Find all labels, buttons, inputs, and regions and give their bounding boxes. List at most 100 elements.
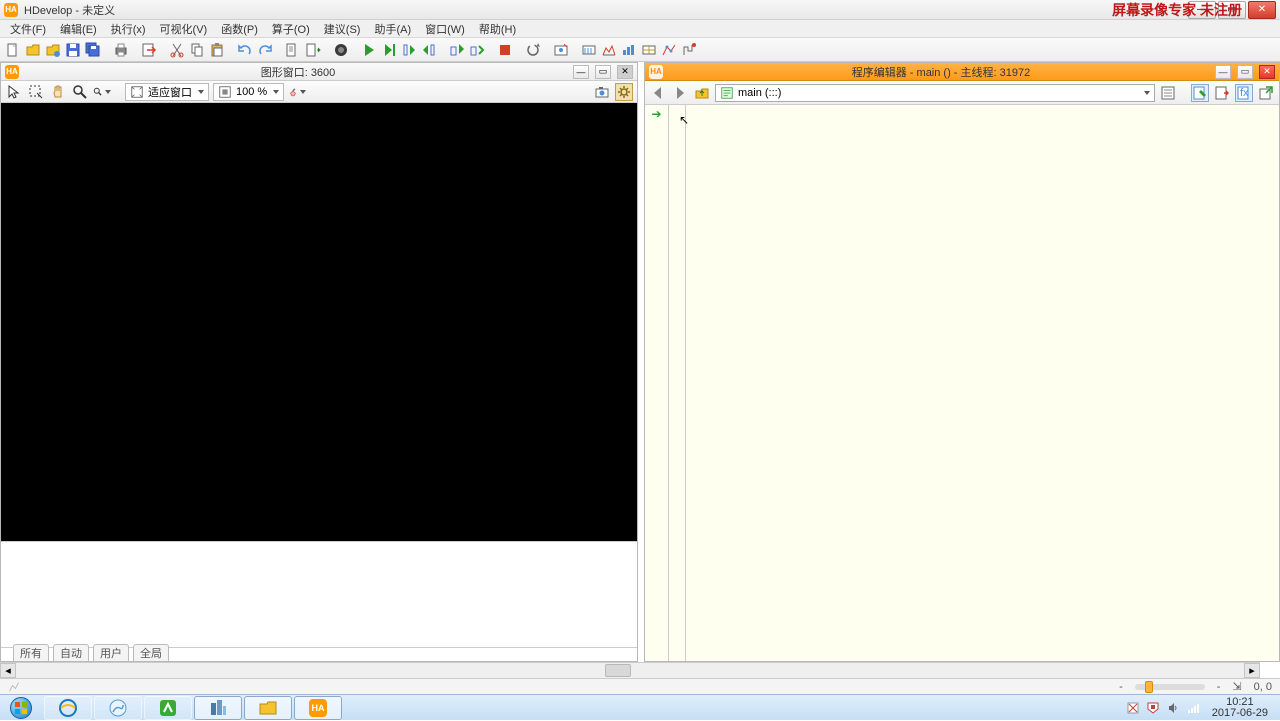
step-out-button[interactable] xyxy=(448,41,466,59)
pe-insert-button[interactable] xyxy=(1213,84,1231,102)
menu-edit[interactable]: 编辑(E) xyxy=(54,20,103,38)
procedure-path-select[interactable]: main (:::) xyxy=(715,84,1155,102)
graphics-window-toolbar: 适应窗口 100 % xyxy=(1,81,637,103)
task-app2[interactable] xyxy=(194,696,242,720)
zoom-tool-button[interactable] xyxy=(71,83,89,101)
zoom-dropdown-button[interactable] xyxy=(93,83,111,101)
undo-button[interactable] xyxy=(236,41,254,59)
select-tool-button[interactable] xyxy=(27,83,45,101)
nav-up-button[interactable] xyxy=(693,84,711,102)
nav-back-button[interactable] xyxy=(649,84,667,102)
graphics-window-titlebar[interactable]: HA 图形窗口: 3600 — ▭ ✕ xyxy=(1,63,637,81)
find-next-button[interactable] xyxy=(304,41,322,59)
task-browser[interactable] xyxy=(94,696,142,720)
step-into-button[interactable] xyxy=(420,41,438,59)
nav-forward-button[interactable] xyxy=(671,84,689,102)
tab-global[interactable]: 全局 xyxy=(133,644,169,661)
menu-help[interactable]: 帮助(H) xyxy=(473,20,522,38)
save-all-button[interactable] xyxy=(84,41,102,59)
menu-suggest[interactable]: 建议(S) xyxy=(318,20,367,38)
paste-button[interactable] xyxy=(208,41,226,59)
task-ie[interactable] xyxy=(44,696,92,720)
step-forward-button[interactable] xyxy=(468,41,486,59)
task-explorer[interactable] xyxy=(244,696,292,720)
pan-tool-button[interactable] xyxy=(49,83,67,101)
task-hdevelop[interactable]: HA xyxy=(294,696,342,720)
slider-knob[interactable] xyxy=(1145,681,1153,693)
open-button[interactable] xyxy=(24,41,42,59)
reset-button[interactable] xyxy=(524,41,542,59)
run-button[interactable] xyxy=(360,41,378,59)
pointer-tool-button[interactable] xyxy=(5,83,23,101)
scroll-right-button[interactable]: ▸ xyxy=(1244,663,1260,678)
image-acq-button[interactable] xyxy=(552,41,570,59)
save-button[interactable] xyxy=(64,41,82,59)
editor-code-area[interactable] xyxy=(689,105,1279,109)
status-slider[interactable] xyxy=(1135,684,1205,690)
tab-user[interactable]: 用户 xyxy=(93,644,129,661)
assistant-button[interactable] xyxy=(332,41,350,59)
close-button[interactable]: ✕ xyxy=(1248,1,1276,19)
menu-file[interactable]: 文件(F) xyxy=(4,20,52,38)
tray-volume-icon[interactable] xyxy=(1166,701,1180,715)
start-button[interactable] xyxy=(0,695,42,721)
measure-3-button[interactable] xyxy=(620,41,638,59)
pe-maximize-button[interactable]: ▭ xyxy=(1237,65,1253,79)
output-panel[interactable] xyxy=(1,541,637,647)
export-button[interactable] xyxy=(140,41,158,59)
measure-1-button[interactable] xyxy=(580,41,598,59)
measure-5-button[interactable] xyxy=(660,41,678,59)
graphics-canvas[interactable] xyxy=(1,103,637,541)
tray-security-icon[interactable] xyxy=(1146,701,1160,715)
redo-button[interactable] xyxy=(256,41,274,59)
program-editor-toolbar: main (:::) fx xyxy=(645,81,1279,105)
horizontal-scrollbar[interactable]: ◂ ▸ xyxy=(0,662,1260,678)
code-editor[interactable]: ➔ ↖ xyxy=(645,105,1279,661)
measure-4-button[interactable] xyxy=(640,41,658,59)
menu-execute[interactable]: 执行(x) xyxy=(105,20,152,38)
menu-operators[interactable]: 算子(O) xyxy=(266,20,316,38)
copy-button[interactable] xyxy=(188,41,206,59)
menu-window[interactable]: 窗口(W) xyxy=(419,20,471,38)
tab-auto[interactable]: 自动 xyxy=(53,644,89,661)
pe-minimize-button[interactable]: — xyxy=(1215,65,1231,79)
pe-func-button[interactable]: fx xyxy=(1235,84,1253,102)
scroll-left-button[interactable]: ◂ xyxy=(0,663,16,678)
menu-functions[interactable]: 函数(P) xyxy=(215,20,264,38)
menu-assistant[interactable]: 助手(A) xyxy=(368,20,417,38)
open-recent-button[interactable] xyxy=(44,41,62,59)
workspace: HA 图形窗口: 3600 — ▭ ✕ 适应窗口 100 % xyxy=(0,62,1280,662)
scroll-thumb[interactable] xyxy=(605,664,631,677)
tray-clock[interactable]: 10:21 2017-06-29 xyxy=(1206,697,1274,719)
stop-button[interactable] xyxy=(496,41,514,59)
tab-all[interactable]: 所有 xyxy=(13,644,49,661)
find-button[interactable] xyxy=(284,41,302,59)
clear-button[interactable] xyxy=(288,83,306,101)
menu-visualize[interactable]: 可视化(V) xyxy=(154,20,214,38)
gw-maximize-button[interactable]: ▭ xyxy=(595,65,611,79)
pe-open-new-button[interactable] xyxy=(1257,84,1275,102)
step-button[interactable] xyxy=(380,41,398,59)
measure-6-button[interactable] xyxy=(680,41,698,59)
pe-close-button[interactable]: ✕ xyxy=(1259,65,1275,79)
task-app1[interactable] xyxy=(144,696,192,720)
print-button[interactable] xyxy=(112,41,130,59)
cut-button[interactable] xyxy=(168,41,186,59)
camera-snap-button[interactable] xyxy=(593,83,611,101)
settings-gear-button[interactable] xyxy=(615,83,633,101)
gw-minimize-button[interactable]: — xyxy=(573,65,589,79)
tray-network-icon[interactable] xyxy=(1186,701,1200,715)
zoom-level-select[interactable]: 100 % xyxy=(213,83,284,101)
pe-list-button[interactable] xyxy=(1159,84,1177,102)
gw-close-button[interactable]: ✕ xyxy=(617,65,633,79)
tray-time: 10:21 xyxy=(1212,697,1268,708)
pe-edit-button[interactable] xyxy=(1191,84,1209,102)
new-button[interactable] xyxy=(4,41,22,59)
scroll-track[interactable] xyxy=(16,663,1244,678)
step-over-button[interactable] xyxy=(400,41,418,59)
program-editor-titlebar[interactable]: HA 程序编辑器 - main () - 主线程: 31972 — ▭ ✕ xyxy=(645,63,1279,81)
fit-mode-select[interactable]: 适应窗口 xyxy=(125,83,209,101)
measure-2-button[interactable] xyxy=(600,41,618,59)
tray-flag-icon[interactable] xyxy=(1126,701,1140,715)
editor-gutter: ➔ xyxy=(645,105,669,661)
